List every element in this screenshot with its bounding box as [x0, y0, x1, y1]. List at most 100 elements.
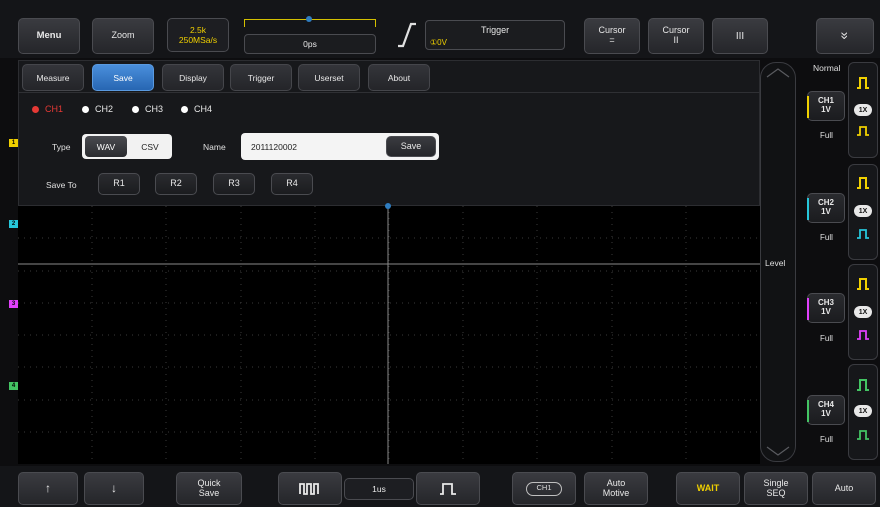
- tab-trigger[interactable]: Trigger: [230, 64, 292, 91]
- tab-label: Save: [113, 72, 133, 83]
- tab-label: About: [387, 72, 411, 83]
- ch3-coupling: Full: [820, 334, 833, 343]
- file-type-toggle: WAV CSV: [82, 134, 172, 159]
- ch3-waveform-icon: [857, 278, 869, 290]
- timebase-decrease-button[interactable]: [278, 472, 342, 505]
- ch3-waveform-icon: [857, 330, 869, 340]
- cursor-horizontal-icon: =: [609, 35, 615, 45]
- rising-edge-icon[interactable]: [396, 22, 418, 48]
- zoom-button[interactable]: Zoom: [92, 18, 154, 54]
- ref-r2-button[interactable]: R2: [155, 173, 197, 195]
- zoom-button-label: Zoom: [111, 30, 135, 41]
- acquisition-mode: Normal: [813, 63, 841, 73]
- trigger-position-arrow[interactable]: [385, 203, 391, 209]
- run-state-label: WAIT: [696, 482, 720, 493]
- tab-label: Measure: [36, 72, 70, 83]
- tab-display[interactable]: Display: [162, 64, 224, 91]
- horizontal-position-control[interactable]: 0ps: [244, 14, 376, 54]
- save-file-label: Save: [400, 140, 422, 151]
- timebase-value-label: 1us: [372, 484, 386, 494]
- channel-radio-ch2[interactable]: CH2: [82, 104, 113, 114]
- quick-save-button[interactable]: Quick Save: [176, 472, 242, 505]
- cursor-horizontal-button[interactable]: Cursor =: [584, 18, 640, 54]
- ch2-probe-badge: 1X: [854, 205, 872, 217]
- tab-measure[interactable]: Measure: [22, 64, 84, 91]
- radio-selected-icon: [32, 105, 39, 113]
- pulse-narrow-icon: [440, 482, 456, 495]
- auto-motive-button[interactable]: Auto Motive: [584, 472, 648, 505]
- ch3-color-bar: [807, 298, 809, 320]
- auto-button[interactable]: Auto: [812, 472, 876, 505]
- auto-motive-label-2: Motive: [602, 487, 630, 498]
- trigger-title: Trigger: [481, 25, 510, 35]
- save-to-label: Save To: [46, 180, 77, 190]
- ch1-select-button[interactable]: CH1: [512, 472, 576, 505]
- run-stop-button[interactable]: WAIT: [676, 472, 740, 505]
- ch4-coupling: Full: [820, 435, 833, 444]
- ch2-waveform-icon: [857, 177, 869, 189]
- trigger-position-marker[interactable]: [306, 16, 312, 22]
- ref-label: R1: [113, 178, 125, 189]
- ch4-offset-marker[interactable]: 4: [9, 382, 18, 390]
- channel-option-label: CH1: [45, 104, 64, 114]
- menu-button-label: Menu: [36, 29, 62, 41]
- ref-r4-button[interactable]: R4: [271, 173, 313, 195]
- quick-save-label-2: Save: [198, 487, 220, 498]
- up-button[interactable]: ↑: [18, 472, 78, 505]
- waveform-display[interactable]: [18, 206, 760, 464]
- ref-label: R4: [286, 178, 298, 189]
- chevron-double-down-icon: »: [837, 32, 854, 40]
- menu-bars-button[interactable]: III: [712, 18, 768, 54]
- channel-radio-ch3[interactable]: CH3: [132, 104, 163, 114]
- sample-rate: 250MSa/s: [178, 35, 218, 45]
- ch2-offset-marker[interactable]: 2: [9, 220, 18, 228]
- tab-label: Userset: [314, 72, 344, 83]
- tab-label: Display: [179, 72, 207, 83]
- cursor-vertical-button[interactable]: Cursor II: [648, 18, 704, 54]
- ch3-scale-button[interactable]: CH3 1V: [807, 293, 845, 323]
- tab-label: Trigger: [247, 72, 275, 83]
- ch1-scale-button[interactable]: CH1 1V: [807, 91, 845, 121]
- ch4-scale: 1V: [821, 409, 831, 418]
- trigger-status-box[interactable]: Trigger ①0V: [425, 20, 565, 50]
- collapse-panel-button[interactable]: »: [816, 18, 874, 54]
- bars-icon: III: [735, 30, 745, 42]
- name-label: Name: [203, 142, 226, 152]
- channel-option-label: CH4: [194, 104, 213, 114]
- timebase-value[interactable]: 1us: [344, 478, 414, 500]
- type-label: Type: [52, 142, 71, 152]
- channel-radio-ch1[interactable]: CH1: [32, 104, 63, 114]
- ch1-color-bar: [807, 96, 809, 118]
- ref-r3-button[interactable]: R3: [213, 173, 255, 195]
- ch1-waveform-icon: [857, 77, 869, 89]
- channel-radio-ch4[interactable]: CH4: [181, 104, 212, 114]
- ch1-coupling: Full: [820, 131, 833, 140]
- auto-label: Auto: [834, 482, 854, 493]
- channel-option-label: CH2: [95, 104, 114, 114]
- menu-button[interactable]: Menu: [18, 18, 80, 54]
- ch4-scale-button[interactable]: CH4 1V: [807, 395, 845, 425]
- timebase-increase-button[interactable]: [416, 472, 480, 505]
- save-file-button[interactable]: Save: [386, 136, 436, 157]
- single-seq-button[interactable]: Single SEQ: [744, 472, 808, 505]
- sample-rate-display[interactable]: 2.5k 250MSa/s: [167, 18, 229, 52]
- ch2-scale-button[interactable]: CH2 1V: [807, 193, 845, 223]
- ch3-offset-marker[interactable]: 3: [9, 300, 18, 308]
- ch3-scale: 1V: [821, 307, 831, 316]
- graticule: [18, 206, 760, 464]
- horizontal-position-value: 0ps: [244, 34, 376, 54]
- ch4-probe-badge: 1X: [854, 405, 872, 417]
- type-csv-button[interactable]: CSV: [132, 136, 168, 157]
- tab-userset[interactable]: Userset: [298, 64, 360, 91]
- ch1-offset-marker[interactable]: 1: [9, 139, 18, 147]
- down-button[interactable]: ↓: [84, 472, 144, 505]
- single-seq-label-2: SEQ: [766, 487, 786, 498]
- ref-r1-button[interactable]: R1: [98, 173, 140, 195]
- type-wav-button[interactable]: WAV: [85, 136, 127, 157]
- ch4-waveform-icon: [857, 379, 869, 391]
- arrow-up-icon: ↑: [45, 480, 51, 495]
- tab-save[interactable]: Save: [92, 64, 154, 91]
- ch3-probe-badge: 1X: [854, 306, 872, 318]
- tab-about[interactable]: About: [368, 64, 430, 91]
- ch2-color-bar: [807, 198, 809, 220]
